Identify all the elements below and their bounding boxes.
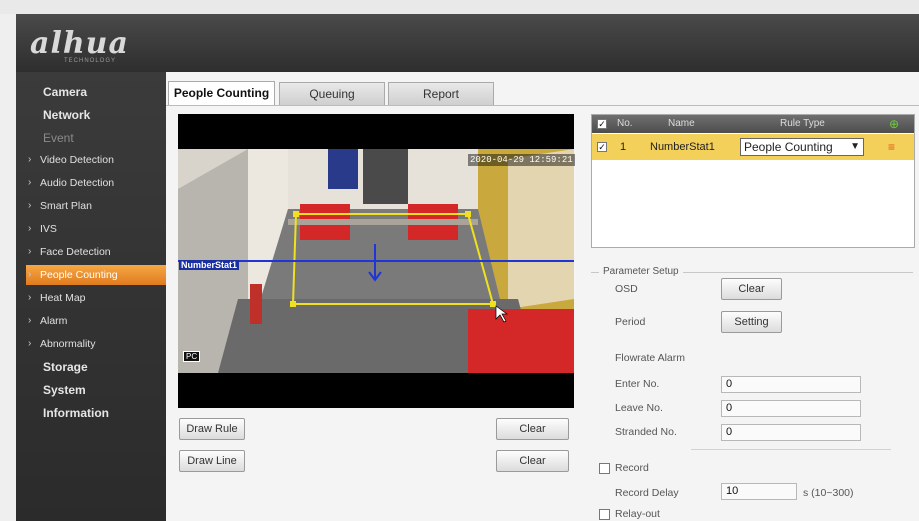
relay-out-label: Relay-out — [615, 508, 660, 520]
chevron-right-icon: › — [28, 338, 32, 349]
left-margin — [0, 14, 16, 521]
pc-badge: PC — [183, 351, 201, 362]
leave-no-label: Leave No. — [615, 402, 663, 414]
osd-clear-button[interactable]: Clear — [721, 278, 782, 300]
osd-label: OSD — [615, 283, 638, 295]
row-no: 1 — [620, 141, 627, 153]
rule-table: ✓ No. Name Rule Type ⊕ ✓ 1 NumberStat1 P… — [591, 114, 915, 248]
draw-rule-button[interactable]: Draw Rule — [179, 418, 245, 440]
sidebar-item-label: Audio Detection — [40, 177, 115, 189]
chevron-right-icon: › — [28, 223, 32, 234]
draw-line-button[interactable]: Draw Line — [179, 450, 245, 472]
flowrate-alarm-label: Flowrate Alarm — [615, 352, 686, 364]
app-frame: alhua TECHNOLOGY Camera Network Event › V… — [0, 0, 919, 521]
tab-people-counting[interactable]: People Counting — [168, 81, 275, 106]
column-name: Name — [668, 118, 695, 129]
sidebar-item-audio-detection[interactable]: › Audio Detection — [26, 173, 166, 193]
section-divider — [691, 449, 891, 450]
sidebar-item-event[interactable]: Event — [16, 128, 166, 148]
rule-type-select[interactable]: People Counting ▼ — [740, 138, 864, 156]
sidebar-item-camera[interactable]: Camera — [16, 82, 166, 102]
sidebar-item-ivs[interactable]: › IVS — [26, 219, 166, 239]
main-content: People Counting Queuing Report 2020-04-2… — [166, 72, 919, 521]
sidebar-item-heat-map[interactable]: › Heat Map — [26, 288, 166, 308]
sidebar-item-label: Face Detection — [40, 246, 111, 258]
period-setting-button[interactable]: Setting — [721, 311, 782, 333]
clear-rule-button[interactable]: Clear — [496, 418, 569, 440]
sidebar-item-label: Video Detection — [40, 154, 114, 166]
tab-queuing[interactable]: Queuing — [279, 82, 385, 105]
parameter-setup: Parameter Setup OSD Clear Period Setting… — [591, 265, 913, 521]
row-name: NumberStat1 — [650, 141, 715, 153]
chevron-right-icon: › — [28, 315, 32, 326]
video-timestamp: 2020-04-29 12:59:21 — [468, 154, 575, 166]
stranded-no-label: Stranded No. — [615, 426, 677, 438]
sidebar-item-information[interactable]: Information — [16, 403, 166, 423]
sidebar-item-label: IVS — [40, 223, 57, 235]
tab-underline — [166, 105, 919, 106]
period-label: Period — [615, 316, 646, 328]
sidebar-item-label: Heat Map — [40, 292, 86, 304]
column-rule-type: Rule Type — [780, 118, 825, 129]
chevron-down-icon: ▼ — [850, 141, 860, 152]
record-checkbox[interactable] — [599, 463, 610, 474]
sidebar: Camera Network Event › Video Detection › A… — [16, 72, 166, 521]
sidebar-item-network[interactable]: Network — [16, 105, 166, 125]
chevron-right-icon: › — [28, 200, 32, 211]
select-all-checkbox[interactable]: ✓ — [597, 119, 607, 129]
chevron-right-icon: › — [28, 246, 32, 257]
stranded-no-input[interactable]: 0 — [721, 424, 861, 441]
brand-logo: alhua — [30, 26, 129, 61]
record-delay-unit: s (10~300) — [803, 487, 854, 499]
table-row[interactable]: ✓ 1 NumberStat1 People Counting ▼ ≡ — [592, 134, 914, 160]
chevron-right-icon: › — [28, 292, 32, 303]
record-delay-input[interactable]: 10 — [721, 483, 797, 500]
sidebar-item-system[interactable]: System — [16, 380, 166, 400]
record-delay-label: Record Delay — [615, 487, 679, 499]
app-header: alhua TECHNOLOGY — [16, 14, 919, 72]
column-no: No. — [617, 118, 633, 129]
sidebar-item-label: Abnormality — [40, 338, 96, 350]
chevron-right-icon: › — [28, 177, 32, 188]
sidebar-item-face-detection[interactable]: › Face Detection — [26, 242, 166, 262]
delete-rule-icon[interactable]: ≡ — [888, 134, 895, 160]
enter-no-label: Enter No. — [615, 378, 660, 390]
chevron-right-icon: › — [28, 154, 32, 165]
sidebar-item-people-counting[interactable]: › People Counting — [26, 265, 166, 285]
row-checkbox[interactable]: ✓ — [597, 142, 607, 152]
record-label: Record — [615, 462, 649, 474]
chevron-right-icon: › — [28, 269, 32, 280]
parameter-setup-title: Parameter Setup — [599, 266, 683, 277]
sidebar-item-alarm[interactable]: › Alarm — [26, 311, 166, 331]
leave-no-input[interactable]: 0 — [721, 400, 861, 417]
sidebar-item-label: People Counting — [40, 269, 118, 281]
clear-line-button[interactable]: Clear — [496, 450, 569, 472]
sidebar-item-storage[interactable]: Storage — [16, 357, 166, 377]
rule-table-header: ✓ No. Name Rule Type ⊕ — [592, 115, 914, 133]
sidebar-item-abnormality[interactable]: › Abnormality — [26, 334, 166, 354]
sidebar-item-label: Alarm — [40, 315, 68, 327]
top-margin — [0, 0, 919, 14]
relay-out-checkbox[interactable] — [599, 509, 610, 520]
rule-line-label: NumberStat1 — [179, 260, 240, 270]
rule-type-value: People Counting — [744, 140, 833, 154]
brand-tagline: TECHNOLOGY — [64, 58, 117, 64]
sidebar-item-label: Smart Plan — [40, 200, 92, 212]
tab-report[interactable]: Report — [388, 82, 494, 105]
sidebar-item-video-detection[interactable]: › Video Detection — [26, 150, 166, 170]
enter-no-input[interactable]: 0 — [721, 376, 861, 393]
sidebar-item-smart-plan[interactable]: › Smart Plan — [26, 196, 166, 216]
add-rule-icon[interactable]: ⊕ — [889, 115, 899, 133]
